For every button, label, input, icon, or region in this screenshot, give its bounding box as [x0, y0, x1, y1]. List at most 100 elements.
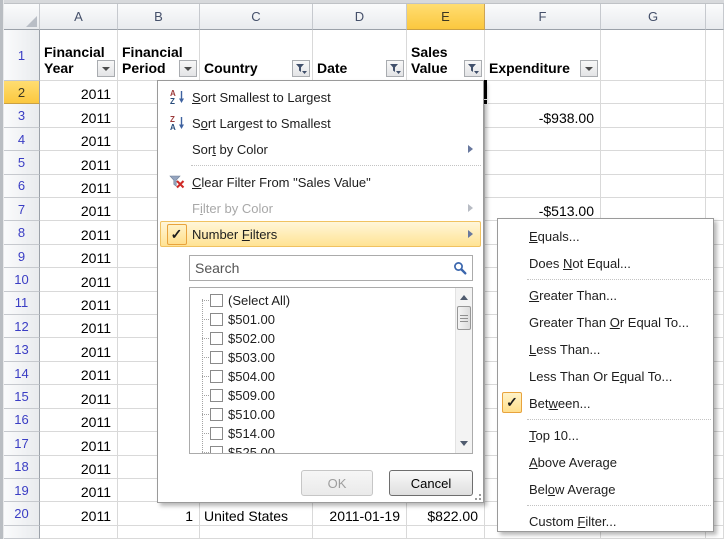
cell-A9[interactable]: 2011 [40, 245, 118, 268]
cell-H26[interactable] [706, 175, 724, 198]
header-cell-F[interactable]: Expenditure [485, 30, 601, 81]
cell-C20[interactable]: United States [200, 502, 313, 525]
cell-G2[interactable] [601, 81, 706, 104]
filter-value-option[interactable]: (Select All) [194, 291, 472, 310]
cell-D20[interactable]: 2011-01-19 [313, 502, 407, 525]
cancel-button[interactable]: Cancel [389, 470, 473, 496]
checkbox-icon[interactable] [210, 370, 223, 383]
cell-F5[interactable] [485, 151, 601, 174]
header-cell-E[interactable]: Sales Value [407, 30, 485, 81]
cell-A14[interactable]: 2011 [40, 362, 118, 385]
filter-value-option[interactable]: $525.00 [194, 443, 472, 454]
column-header-D[interactable]: D [313, 4, 407, 30]
checkbox-icon[interactable] [210, 351, 223, 364]
row-header-2[interactable]: 2 [4, 81, 40, 104]
cell-G4[interactable] [601, 128, 706, 151]
row-header-20[interactable]: 20 [4, 502, 40, 525]
cell-partial[interactable] [313, 526, 407, 539]
submenu-item-between[interactable]: ✓Between... [498, 390, 713, 417]
filter-button-C-funnel[interactable] [292, 60, 310, 77]
checkbox-icon[interactable] [210, 427, 223, 440]
filter-button-D-funnel[interactable] [386, 60, 404, 77]
cell-F2[interactable] [485, 81, 601, 104]
search-input[interactable] [189, 255, 473, 281]
column-header-A[interactable]: A [40, 4, 118, 30]
row-header-17[interactable]: 17 [4, 432, 40, 455]
submenu-item-greater-than-or-equal-to[interactable]: Greater Than Or Equal To... [498, 309, 713, 336]
row-header-10[interactable]: 10 [4, 268, 40, 291]
cell-A15[interactable]: 2011 [40, 385, 118, 408]
cell-A10[interactable]: 2011 [40, 268, 118, 291]
cell-A7[interactable]: 2011 [40, 198, 118, 221]
scrollbar-thumb[interactable] [457, 306, 471, 330]
checkbox-icon[interactable] [210, 408, 223, 421]
row-header-8[interactable]: 8 [4, 221, 40, 244]
cell-A17[interactable]: 2011 [40, 432, 118, 455]
scroll-down-icon[interactable] [460, 441, 468, 446]
row-header-16[interactable]: 16 [4, 409, 40, 432]
column-header-E[interactable]: E [407, 4, 485, 30]
checkbox-icon[interactable] [210, 294, 223, 307]
cell-A18[interactable]: 2011 [40, 456, 118, 479]
row-header-7[interactable]: 7 [4, 198, 40, 221]
filter-button-B-arrow[interactable] [179, 60, 197, 77]
resize-grip[interactable] [471, 490, 481, 500]
cell-partial[interactable] [407, 526, 485, 539]
filter-value-option[interactable]: $501.00 [194, 310, 472, 329]
cell-A11[interactable]: 2011 [40, 292, 118, 315]
row-header-9[interactable]: 9 [4, 245, 40, 268]
cell-A19[interactable]: 2011 [40, 479, 118, 502]
cell-A12[interactable]: 2011 [40, 315, 118, 338]
filter-button-A-arrow[interactable] [97, 60, 115, 77]
header-cell-H2[interactable] [706, 30, 724, 81]
row-header-14[interactable]: 14 [4, 362, 40, 385]
cell-A5[interactable]: 2011 [40, 151, 118, 174]
header-cell-G[interactable] [601, 30, 706, 81]
submenu-item-top-10[interactable]: Top 10... [498, 422, 713, 449]
cell-A3[interactable]: 2011 [40, 104, 118, 127]
cell-E20[interactable]: $822.00 [407, 502, 485, 525]
cell-F3[interactable]: -$938.00 [485, 104, 601, 127]
menu-item-sort-largest-to-smallest[interactable]: ZASort Largest to Smallest [160, 110, 481, 136]
cell-A2[interactable]: 2011 [40, 81, 118, 104]
filter-button-E-funnel[interactable] [464, 60, 482, 77]
cell-H23[interactable] [706, 104, 724, 127]
column-header-C[interactable]: C [200, 4, 313, 30]
cell-B20[interactable]: 1 [118, 502, 200, 525]
column-header-F[interactable]: F [485, 4, 601, 30]
ok-button[interactable]: OK [301, 470, 373, 496]
row-header-19[interactable]: 19 [4, 479, 40, 502]
submenu-item-custom-filter[interactable]: Custom Filter... [498, 508, 713, 535]
filter-button-F-arrow[interactable] [580, 60, 598, 77]
filter-value-option[interactable]: $504.00 [194, 367, 472, 386]
header-cell-D[interactable]: Date [313, 30, 407, 81]
row-header-15[interactable]: 15 [4, 385, 40, 408]
cell-G5[interactable] [601, 151, 706, 174]
checkbox-icon[interactable] [210, 446, 223, 454]
header-cell-A[interactable]: Financial Year [40, 30, 118, 81]
checkbox-icon[interactable] [210, 332, 223, 345]
row-header-11[interactable]: 11 [4, 292, 40, 315]
list-scrollbar[interactable] [455, 288, 472, 453]
header-cell-B[interactable]: Financial Period [118, 30, 200, 81]
submenu-item-less-than[interactable]: Less Than... [498, 336, 713, 363]
filter-value-option[interactable]: $502.00 [194, 329, 472, 348]
row-header-5[interactable]: 5 [4, 151, 40, 174]
cell-H24[interactable] [706, 128, 724, 151]
submenu-item-above-average[interactable]: Above Average [498, 449, 713, 476]
row-header-6[interactable]: 6 [4, 175, 40, 198]
cell-A6[interactable]: 2011 [40, 175, 118, 198]
checkbox-icon[interactable] [210, 389, 223, 402]
cell-H25[interactable] [706, 151, 724, 174]
cell-partial[interactable] [40, 526, 118, 539]
cell-A4[interactable]: 2011 [40, 128, 118, 151]
cell-H22[interactable] [706, 81, 724, 104]
row-header-18[interactable]: 18 [4, 456, 40, 479]
row-header-13[interactable]: 13 [4, 338, 40, 361]
header-cell-C[interactable]: Country [200, 30, 313, 81]
cell-G3[interactable] [601, 104, 706, 127]
cell-A13[interactable]: 2011 [40, 338, 118, 361]
scroll-up-icon[interactable] [460, 295, 468, 300]
filter-value-option[interactable]: $503.00 [194, 348, 472, 367]
menu-item-number-filters[interactable]: ✓Number Filters [160, 221, 481, 247]
